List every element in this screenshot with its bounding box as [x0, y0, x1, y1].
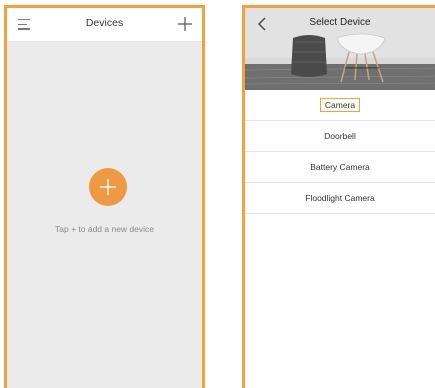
select-device-title: Select Device: [309, 17, 371, 28]
devices-top-bar: Devices: [7, 8, 202, 42]
device-type-camera[interactable]: Camera: [245, 90, 435, 121]
device-type-label: Battery Camera: [310, 162, 370, 172]
device-type-battery-camera[interactable]: Battery Camera: [245, 152, 435, 183]
device-type-doorbell[interactable]: Doorbell: [245, 121, 435, 152]
devices-title: Devices: [85, 17, 124, 29]
device-type-label: Doorbell: [324, 131, 356, 141]
device-type-label: Floodlight Camera: [305, 193, 375, 203]
devices-empty-area: Tap + to add a new device: [7, 42, 202, 388]
add-device-icon: [100, 179, 116, 195]
select-device-screen: Select Device Camera Doorbell Battery Ca…: [242, 5, 435, 388]
hero-banner: Select Device: [245, 8, 435, 90]
plus-icon[interactable]: [177, 16, 193, 32]
devices-screen: Devices Tap + to add a new device: [4, 5, 205, 388]
device-type-floodlight-camera[interactable]: Floodlight Camera: [245, 183, 435, 214]
device-type-list: Camera Doorbell Battery Camera Floodligh…: [245, 90, 435, 214]
empty-hint: Tap + to add a new device: [55, 224, 154, 234]
add-device-button[interactable]: [89, 168, 127, 206]
device-type-label: Camera: [319, 98, 361, 112]
